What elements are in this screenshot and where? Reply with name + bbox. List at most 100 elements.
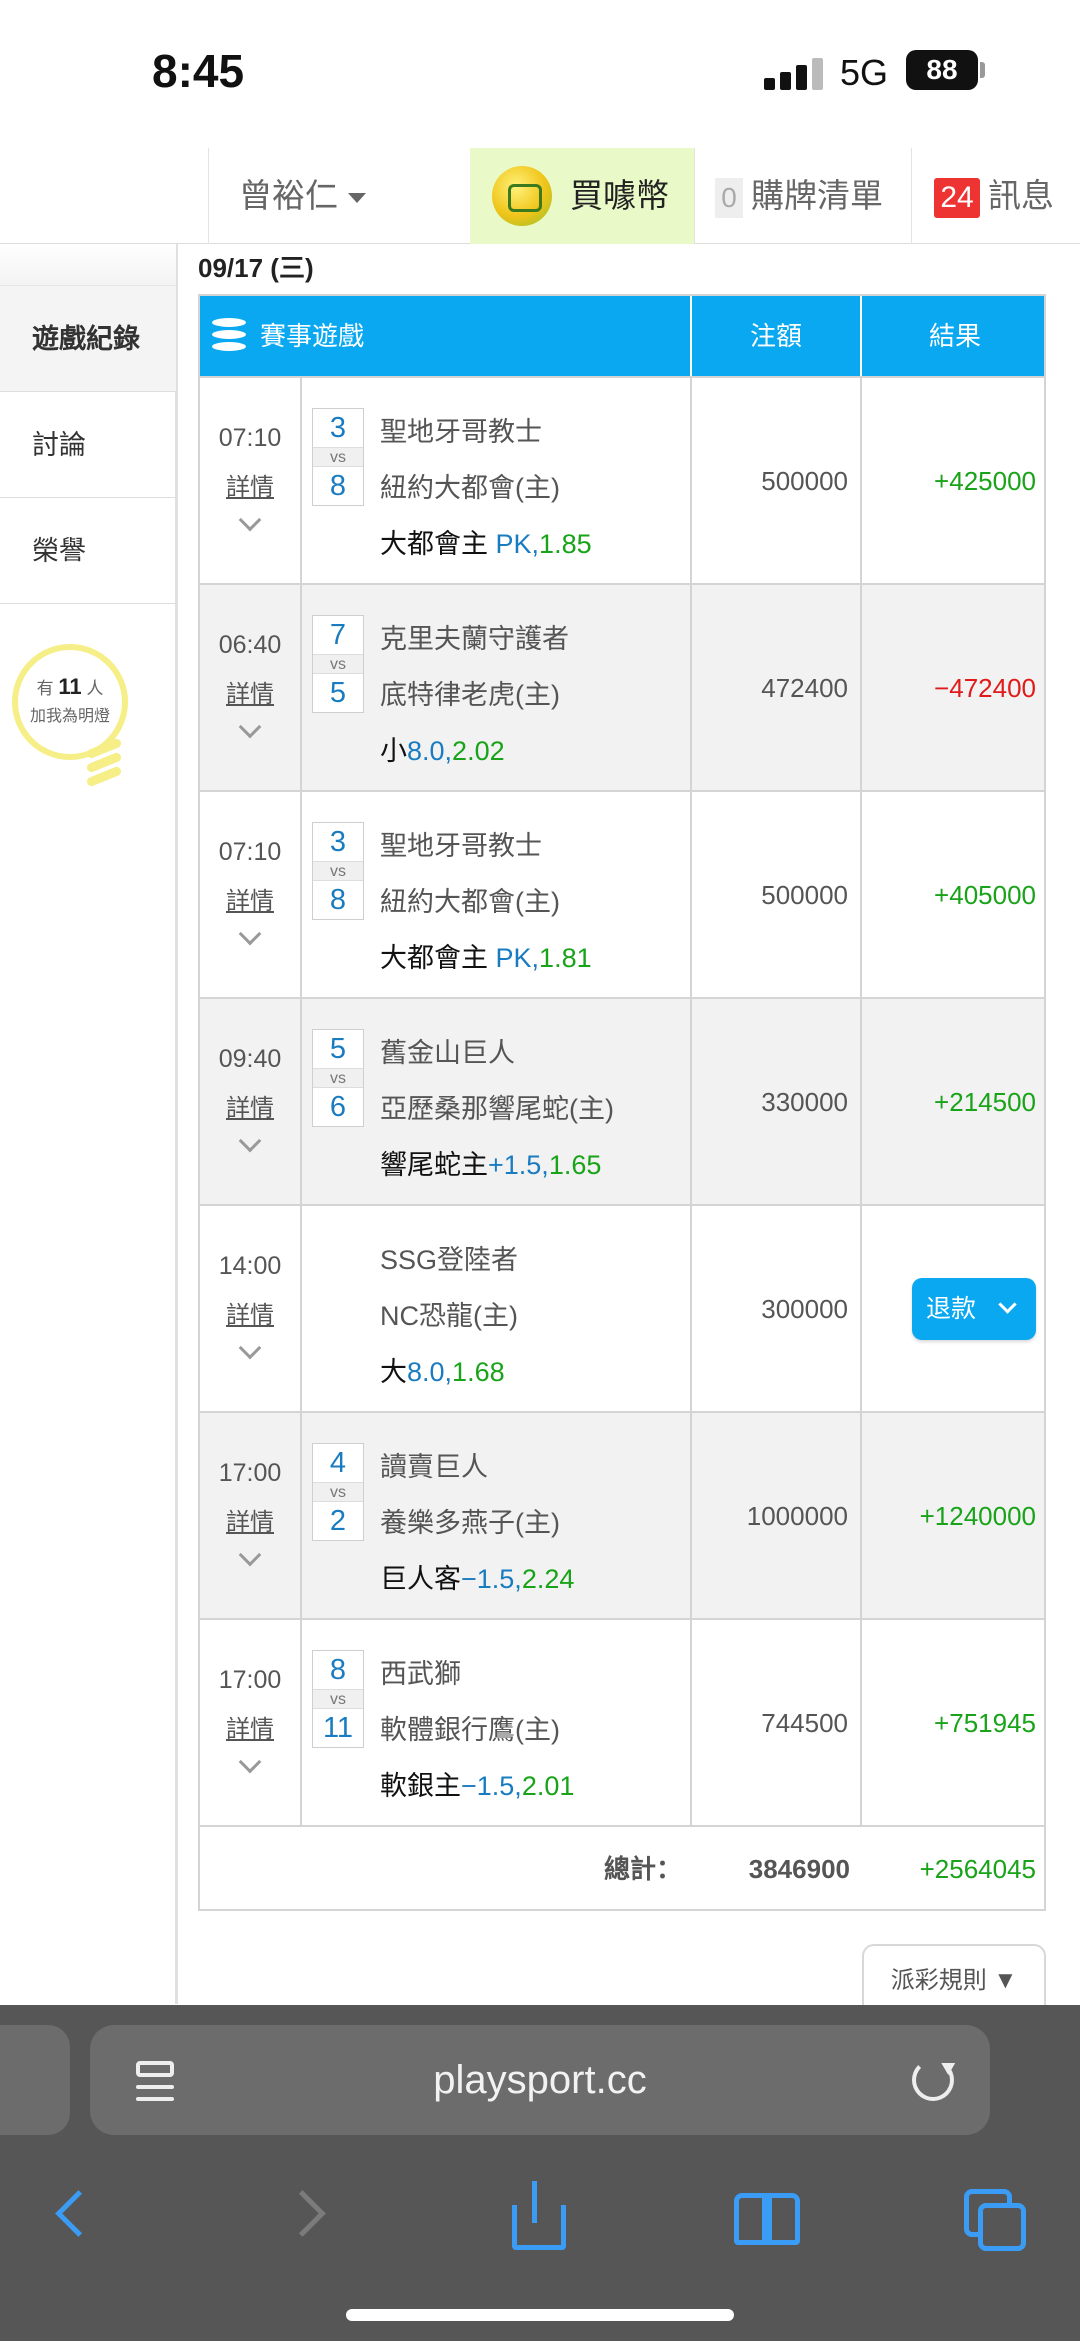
chevron-down-icon[interactable] [238, 1750, 262, 1774]
table-row: 07:10 詳情 3 vs 8 聖地牙哥教士 紐約大都會(主) 大都會主 PK,1.81 500… [200, 790, 1044, 999]
vs-label: vs [313, 1482, 363, 1502]
back-icon[interactable] [46, 2183, 106, 2243]
detail-link[interactable]: 詳情 [200, 1088, 300, 1123]
amount-cell: 744500 [692, 1620, 862, 1827]
buy-coin-button[interactable]: 買噱幣 [470, 148, 694, 244]
share-icon[interactable] [506, 2181, 566, 2250]
pick-line: −1.5, [461, 1771, 522, 1801]
result-cell: −472400 [934, 673, 1036, 703]
pick-side: 軟銀主 [380, 1771, 461, 1801]
date-heading: 09/17 (三) [198, 253, 314, 283]
score-home: 8 [329, 884, 347, 916]
pick-text: 軟銀主−1.5,2.01 [380, 1764, 574, 1803]
table-row: 14:00 詳情 SSG登陸者 NC恐龍(主) 大8.0,1.68 300000 退款 [200, 1204, 1044, 1413]
away-team: SSG登陸者 [380, 1245, 519, 1275]
sidebar-top-tab [0, 244, 176, 286]
game-cell: 3 vs 8 聖地牙哥教士 紐約大都會(主) 大都會主 PK,1.81 [302, 792, 692, 999]
game-cell: 3 vs 8 聖地牙哥教士 紐約大都會(主) 大都會主 PK,1.85 [302, 378, 692, 585]
refund-label: 退款 [926, 1295, 977, 1323]
result-cell: 退款 [862, 1206, 1048, 1413]
detail-link[interactable]: 詳情 [200, 1295, 300, 1330]
time-cell: 14:00 詳情 [200, 1206, 302, 1413]
network-label: 5G [840, 52, 889, 93]
chevron-down-icon [998, 1295, 1017, 1314]
chevron-down-icon[interactable] [238, 922, 262, 946]
detail-link[interactable]: 詳情 [200, 1709, 300, 1744]
result-cell: +1240000 [919, 1501, 1036, 1531]
table-row: 17:00 詳情 4 vs 2 讀賣巨人 養樂多燕子(主) 巨人客−1.5,2.24 10000… [200, 1411, 1044, 1620]
pick-text: 大都會主 PK,1.85 [380, 522, 592, 561]
coin-icon [492, 166, 552, 226]
away-team: 聖地牙哥教士 [380, 417, 542, 447]
pick-line: +1.5, [488, 1150, 549, 1180]
cart-count-badge: 0 [715, 178, 743, 219]
previous-tab-peek[interactable] [0, 2025, 70, 2135]
game-time: 07:10 [218, 424, 282, 452]
score-away: 4 [329, 1447, 347, 1479]
vs-label: vs [313, 1689, 363, 1709]
pick-side: 巨人客 [380, 1564, 461, 1594]
chevron-down-icon[interactable] [238, 1336, 262, 1360]
detail-link[interactable]: 詳情 [200, 674, 300, 709]
total-amount: 3846900 [748, 1854, 850, 1884]
sidebar-item-discussion[interactable]: 討論 [0, 392, 176, 498]
sidebar-item-game-record[interactable]: 遊戲紀錄 [0, 286, 176, 392]
chevron-down-icon[interactable] [238, 1543, 262, 1567]
browser-chrome: playsport.cc [0, 2005, 1080, 2341]
score-box: 8 vs 11 [312, 1650, 364, 1748]
pick-line: 8.0, [407, 1357, 453, 1387]
game-cell: 4 vs 2 讀賣巨人 養樂多燕子(主) 巨人客−1.5,2.24 [302, 1413, 692, 1620]
score-away: 8 [329, 1654, 347, 1686]
home-team: NC恐龍(主) [380, 1301, 518, 1331]
score-home: 8 [329, 470, 347, 502]
user-menu[interactable]: 曾裕仁 [208, 148, 470, 244]
refund-dropdown-button[interactable]: 退款 [912, 1278, 1036, 1340]
pick-odds: 2.24 [521, 1564, 575, 1594]
pick-odds: 1.65 [548, 1150, 602, 1180]
bulb-count-line: 有 11 人 [36, 674, 104, 699]
tabs-icon[interactable] [964, 2183, 1026, 2251]
payout-rules-button[interactable]: 派彩規則 ▼ [862, 1944, 1046, 2014]
pick-side: 小 [380, 736, 407, 766]
pick-line: 8.0, [407, 736, 453, 766]
score-box: 3 vs 8 [312, 408, 364, 506]
chevron-down-icon[interactable] [238, 1129, 262, 1153]
result-cell: +751945 [934, 1708, 1036, 1738]
battery-tip [980, 62, 985, 78]
forward-icon[interactable] [280, 2183, 340, 2243]
pick-text: 巨人客−1.5,2.24 [380, 1557, 574, 1596]
time-cell: 09:40 詳情 [200, 999, 302, 1206]
chevron-down-icon[interactable] [238, 508, 262, 532]
pick-odds: 1.81 [539, 943, 592, 973]
vs-label: vs [313, 654, 363, 674]
score-away: 3 [329, 826, 347, 858]
cart-button[interactable]: 0 購牌清單 [694, 148, 912, 244]
score-away: 7 [329, 619, 347, 651]
detail-link[interactable]: 詳情 [200, 1502, 300, 1537]
vs-label: vs [313, 447, 363, 467]
signal-icon [764, 56, 824, 90]
score-away: 3 [329, 412, 347, 444]
detail-link[interactable]: 詳情 [200, 881, 300, 916]
vs-label: vs [313, 1068, 363, 1088]
address-bar[interactable]: playsport.cc [90, 2025, 990, 2135]
sidebar-item-honors[interactable]: 榮譽 [0, 498, 176, 604]
pick-odds: 1.85 [539, 529, 592, 559]
game-time: 14:00 [218, 1252, 282, 1280]
messages-button[interactable]: 24 訊息 [912, 148, 1080, 244]
amount-cell: 472400 [692, 585, 862, 792]
table-header: 賽事遊戲 注額 結果 [200, 296, 1044, 376]
bulb-count: 11 [58, 674, 82, 699]
sidebar: 遊戲紀錄 討論 榮譽 有 11 人 加我為明燈 [0, 244, 178, 2004]
game-time: 06:40 [218, 631, 282, 659]
reload-icon[interactable] [912, 2059, 954, 2101]
caret-down-icon [348, 193, 366, 204]
message-count-badge: 24 [934, 178, 980, 219]
time-cell: 07:10 詳情 [200, 792, 302, 999]
buy-coin-label: 買噱幣 [570, 177, 669, 214]
chevron-down-icon[interactable] [238, 715, 262, 739]
game-time: 09:40 [218, 1045, 282, 1073]
detail-link[interactable]: 詳情 [200, 467, 300, 502]
game-time: 07:10 [218, 838, 282, 866]
bookmarks-icon[interactable] [734, 2183, 800, 2245]
